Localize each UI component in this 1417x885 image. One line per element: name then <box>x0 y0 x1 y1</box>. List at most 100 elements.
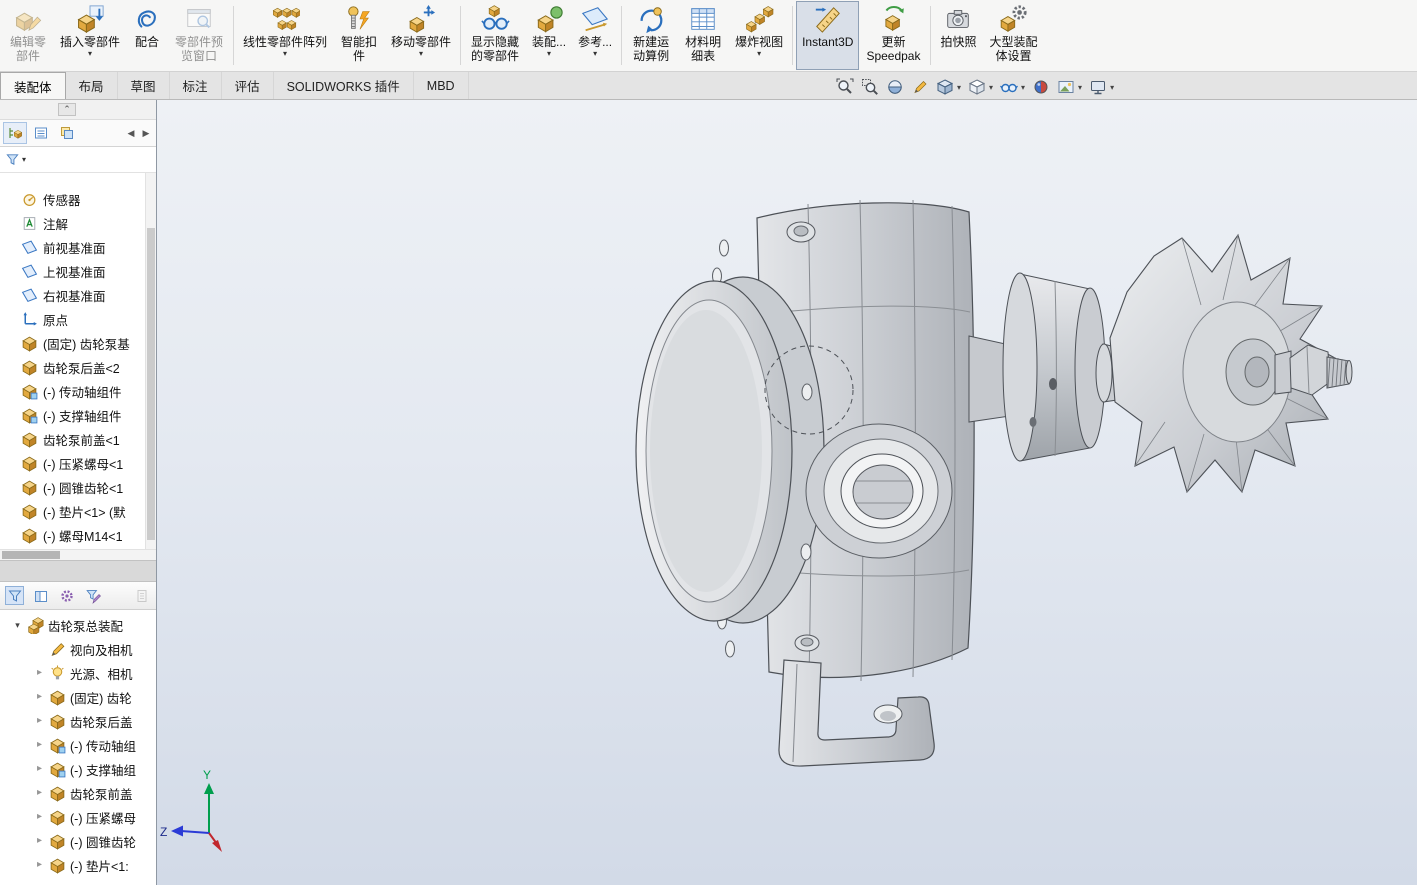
tree-item-component[interactable]: (-) 螺母M14<1 <box>0 523 144 547</box>
tree-root-assembly[interactable]: ▾ 齿轮泵总装配 <box>0 613 156 637</box>
toolbar-item-insert-component[interactable]: 插入零部件 ▾ <box>54 1 126 70</box>
zoom-to-area-icon[interactable] <box>861 78 879 96</box>
toolbar-item-instant3d[interactable]: Instant3D <box>796 1 859 70</box>
tree-item-lights-cameras[interactable]: ▸光源、相机 <box>0 661 156 685</box>
apply-scene-icon[interactable] <box>1057 78 1075 96</box>
tab-markup[interactable]: 标注 <box>170 72 222 99</box>
toolbar-item-show-hidden[interactable]: 显示隐藏的零部件 <box>464 1 526 70</box>
tree-item-history[interactable]: 视向及相机 <box>0 637 156 661</box>
tree-item-right-plane[interactable]: 右视基准面 <box>0 283 144 307</box>
tree-item-component[interactable]: (-) 压紧螺母<1 <box>0 451 144 475</box>
tab-assembly[interactable]: 装配体 <box>0 72 66 99</box>
front-flange[interactable] <box>636 277 824 623</box>
scrollbar-thumb[interactable] <box>2 551 60 559</box>
view-settings-icon[interactable] <box>1089 78 1107 96</box>
tree-item-component[interactable]: ▸(-) 圆锥齿轮 <box>0 829 156 853</box>
hide-show-items-icon[interactable] <box>1000 78 1018 96</box>
tree-item-component[interactable]: 齿轮泵前盖<1 <box>0 427 144 451</box>
expand-caret-icon[interactable]: ▸ <box>34 764 45 774</box>
expand-caret-icon[interactable]: ▸ <box>34 812 45 822</box>
expand-caret-icon[interactable]: ▸ <box>34 836 45 846</box>
tree-filter-bar[interactable]: ▾ <box>0 147 156 173</box>
expand-caret-icon[interactable]: ▸ <box>34 716 45 726</box>
gear-pump-model[interactable]: Y Z <box>157 100 1417 885</box>
toolbar-item-reference-geometry[interactable]: 参考... ▾ <box>572 1 618 70</box>
dropdown-caret[interactable]: ▾ <box>1021 83 1025 92</box>
expand-caret-icon[interactable]: ▾ <box>12 621 23 630</box>
flyout-tree-button[interactable] <box>132 586 151 605</box>
tree-options-button[interactable] <box>57 586 76 605</box>
tree-item-origin[interactable]: 原点 <box>0 307 144 331</box>
nut-and-threaded-stud[interactable] <box>1275 345 1352 395</box>
dropdown-caret[interactable]: ▾ <box>989 83 993 92</box>
toolbar-item-bom[interactable]: 材料明细表 <box>677 1 729 70</box>
toolbar-item-snapshot[interactable]: 拍快照 <box>934 1 982 70</box>
toolbar-item-exploded-view[interactable]: 爆炸视图 ▾ <box>729 1 789 70</box>
panel-scroll-up-button[interactable]: ⌃ <box>58 103 76 116</box>
panel-splitter[interactable]: ⌃ <box>0 100 156 120</box>
dropdown-caret[interactable]: ▾ <box>547 50 551 58</box>
toolbar-item-linear-pattern[interactable]: 线性零部件阵列 ▾ <box>237 1 333 70</box>
tree-item-component[interactable]: (固定) 齿轮泵基 <box>0 331 144 355</box>
tree-item-subassembly[interactable]: (-) 传动轴组件 <box>0 379 144 403</box>
tree-item-component[interactable]: ▸(-) 压紧螺母 <box>0 805 156 829</box>
tree-item-component[interactable]: ▸(固定) 齿轮 <box>0 685 156 709</box>
tree-item-subassembly[interactable]: ▸(-) 传动轴组 <box>0 733 156 757</box>
tree-item-top-plane[interactable]: 上视基准面 <box>0 259 144 283</box>
tab-addins[interactable]: SOLIDWORKS 插件 <box>274 72 414 99</box>
tree-item-annotations[interactable]: 注解 <box>0 211 144 235</box>
tree-item-component[interactable]: ▸(-) 垫片<1: <box>0 853 156 877</box>
toolbar-item-component-preview[interactable]: 零部件预览窗口 <box>168 1 230 70</box>
tab-property-manager[interactable] <box>29 122 53 144</box>
dropdown-caret[interactable]: ▾ <box>957 83 961 92</box>
expand-caret-icon[interactable]: ▸ <box>34 740 45 750</box>
section-view-icon[interactable] <box>886 78 904 96</box>
tab-feature-tree[interactable] <box>3 122 27 144</box>
expand-caret-icon[interactable]: ▸ <box>34 788 45 798</box>
toolbar-item-edit-component[interactable]: 编辑零部件 <box>2 1 54 70</box>
panel-divider[interactable] <box>0 560 156 582</box>
tab-sketch[interactable]: 草图 <box>118 72 170 99</box>
view-orientation-icon[interactable] <box>936 78 954 96</box>
tab-scroll-left-button[interactable]: ◀ <box>124 124 138 142</box>
toolbar-item-move-component[interactable]: 移动零部件 ▾ <box>385 1 457 70</box>
tree-vertical-scrollbar[interactable] <box>145 173 156 549</box>
tree-item-front-plane[interactable]: 前视基准面 <box>0 235 144 259</box>
display-style-icon[interactable] <box>968 78 986 96</box>
filter-caret-icon[interactable]: ▾ <box>22 155 26 164</box>
zoom-to-fit-icon[interactable] <box>836 78 854 96</box>
toolbar-item-smart-fasteners[interactable]: 智能扣件 <box>333 1 385 70</box>
tree-horizontal-scrollbar[interactable] <box>0 549 156 560</box>
tree-item-sensors[interactable]: 传感器 <box>0 187 144 211</box>
toolbar-item-assembly-features[interactable]: 装配... ▾ <box>526 1 572 70</box>
dropdown-caret[interactable]: ▾ <box>283 50 287 58</box>
tree-item-component[interactable]: (-) 圆锥齿轮<1 <box>0 475 144 499</box>
toolbar-item-update-speedpak[interactable]: 更新Speedpak <box>859 1 927 70</box>
tree-item-subassembly[interactable]: ▸(-) 支撑轴组 <box>0 757 156 781</box>
tree-item-component[interactable]: ▸齿轮泵后盖 <box>0 709 156 733</box>
scrollbar-thumb[interactable] <box>147 228 155 540</box>
dropdown-caret[interactable]: ▾ <box>88 50 92 58</box>
edit-filter-button[interactable] <box>83 586 102 605</box>
tree-item-component[interactable]: (-) 垫片<1> (默 <box>0 499 144 523</box>
expand-caret-icon[interactable]: ▸ <box>34 692 45 702</box>
edit-appearance-icon[interactable] <box>1032 78 1050 96</box>
tab-evaluate[interactable]: 评估 <box>222 72 274 99</box>
graphics-viewport[interactable]: Y Z <box>157 100 1417 885</box>
dropdown-caret[interactable]: ▾ <box>593 50 597 58</box>
tree-item-component[interactable]: 齿轮泵后盖<2 <box>0 355 144 379</box>
tab-layout[interactable]: 布局 <box>66 72 118 99</box>
expand-caret-icon[interactable]: ▸ <box>34 860 45 870</box>
dropdown-caret[interactable]: ▾ <box>757 50 761 58</box>
tree-filter-button[interactable] <box>5 586 24 605</box>
toolbar-item-large-assembly-settings[interactable]: 大型装配体设置 <box>982 1 1044 70</box>
expand-caret-icon[interactable]: ▸ <box>34 668 45 678</box>
dropdown-caret[interactable]: ▾ <box>1110 83 1114 92</box>
tab-scroll-right-button[interactable]: ▶ <box>139 124 153 142</box>
dropdown-caret[interactable]: ▾ <box>419 50 423 58</box>
toolbar-item-motion-study[interactable]: 新建运动算例 <box>625 1 677 70</box>
toolbar-item-mate[interactable]: 配合 <box>126 1 168 70</box>
tab-configuration-manager[interactable] <box>55 122 79 144</box>
annotation-view-icon[interactable] <box>911 78 929 96</box>
tree-item-subassembly[interactable]: (-) 支撑轴组件 <box>0 403 144 427</box>
